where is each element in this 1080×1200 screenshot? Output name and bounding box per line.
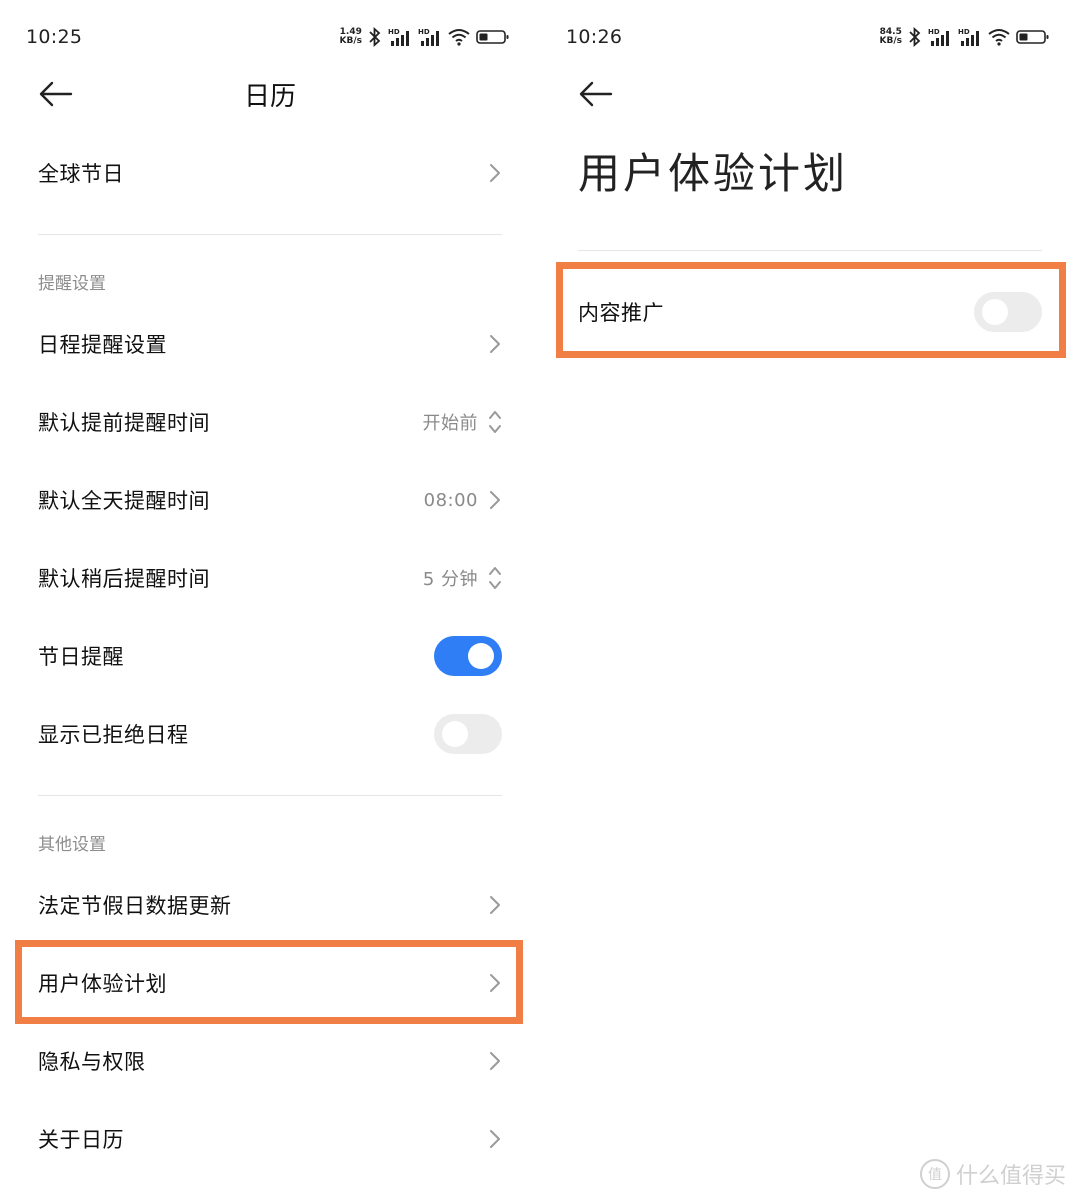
signal-icon-1: HD	[928, 28, 949, 46]
list-item-label: 用户体验计划	[38, 972, 167, 996]
watermark: 值 什么值得买	[919, 1158, 1066, 1190]
status-icons: 1.49 KB/s HD HD	[340, 27, 510, 47]
chevron-up-down-icon	[489, 411, 501, 433]
content-promotion-toggle[interactable]	[974, 292, 1042, 332]
network-speed: 84.5 KB/s	[879, 27, 902, 46]
status-time: 10:25	[26, 26, 83, 48]
signal-icon-1: HD	[388, 28, 409, 46]
list-item-value: 08:00	[423, 489, 478, 511]
holiday-reminder-toggle[interactable]	[434, 636, 502, 676]
watermark-text: 什么值得买	[955, 1164, 1066, 1189]
svg-text:HD: HD	[418, 28, 430, 36]
schedule-reminder-settings-item[interactable]: 日程提醒设置	[38, 314, 502, 374]
section-divider	[38, 795, 502, 796]
list-item-label: 隐私与权限	[38, 1050, 146, 1074]
back-arrow-icon[interactable]	[578, 78, 614, 110]
chevron-right-icon	[490, 491, 500, 509]
toggle-knob	[442, 721, 468, 747]
toggle-knob	[468, 643, 494, 669]
user-experience-program-item[interactable]: 用户体验计划	[38, 953, 502, 1013]
svg-text:HD: HD	[388, 28, 400, 36]
list-item-label: 默认全天提醒时间	[38, 489, 210, 513]
show-declined-events-toggle[interactable]	[434, 714, 502, 754]
list-item-label: 默认稍后提醒时间	[38, 567, 210, 591]
list-item-label: 显示已拒绝日程	[38, 723, 189, 747]
chevron-right-icon	[490, 1130, 500, 1148]
list-item-value: 5 分钟	[422, 569, 478, 590]
svg-text:HD: HD	[928, 28, 940, 36]
chevron-right-icon	[490, 896, 500, 914]
wifi-icon	[448, 29, 470, 46]
bluetooth-icon	[369, 27, 381, 47]
holiday-reminder-item: 节日提醒	[38, 626, 502, 686]
signal-icon-2: HD	[958, 28, 979, 46]
wifi-icon	[988, 29, 1010, 46]
global-holidays-label: 全球节日	[38, 162, 124, 186]
status-bar: 10:25 1.49 KB/s HD HD	[26, 22, 510, 52]
default-snooze-reminder-item[interactable]: 默认稍后提醒时间 5 分钟	[38, 548, 502, 608]
chevron-up-down-icon	[489, 567, 501, 589]
chevron-right-icon	[490, 1052, 500, 1070]
holiday-data-update-item[interactable]: 法定节假日数据更新	[38, 875, 502, 935]
list-item-label: 默认提前提醒时间	[38, 411, 210, 435]
default-advance-reminder-item[interactable]: 默认提前提醒时间 开始前	[38, 392, 502, 452]
section-divider	[38, 234, 502, 235]
list-item-value: 开始前	[422, 413, 478, 434]
list-item-label: 节日提醒	[38, 645, 124, 669]
list-item-label: 日程提醒设置	[38, 333, 167, 357]
chevron-right-icon	[490, 974, 500, 992]
default-all-day-reminder-item[interactable]: 默认全天提醒时间 08:00	[38, 470, 502, 530]
list-item-label: 关于日历	[38, 1128, 124, 1152]
section-title-other: 其他设置	[38, 835, 106, 855]
battery-icon	[476, 30, 509, 44]
toggle-knob	[982, 299, 1008, 325]
user-experience-program-screen: 10:26 84.5 KB/s HD HD 用户体验计划 内容推广 值 什么值得…	[540, 0, 1080, 1200]
global-holidays-item[interactable]: 全球节日	[38, 143, 502, 203]
section-divider	[578, 250, 1042, 251]
about-calendar-item[interactable]: 关于日历	[38, 1109, 502, 1169]
list-item-label: 法定节假日数据更新	[38, 894, 232, 918]
chevron-right-icon	[490, 164, 500, 182]
svg-text:HD: HD	[958, 28, 970, 36]
page-title: 日历	[243, 82, 296, 112]
content-promotion-item: 内容推广	[578, 282, 1042, 342]
list-item-label: 内容推广	[578, 301, 664, 325]
section-title-reminder: 提醒设置	[38, 274, 106, 294]
chevron-right-icon	[490, 335, 500, 353]
app-bar	[540, 70, 1080, 118]
network-speed: 1.49 KB/s	[339, 27, 362, 46]
status-bar: 10:26 84.5 KB/s HD HD	[566, 22, 1050, 52]
page-title: 用户体验计划	[578, 149, 849, 198]
privacy-permissions-item[interactable]: 隐私与权限	[38, 1031, 502, 1091]
status-time: 10:26	[566, 26, 623, 48]
show-declined-events-item: 显示已拒绝日程	[38, 704, 502, 764]
battery-icon	[1016, 30, 1049, 44]
watermark-logo-icon: 值	[919, 1159, 950, 1189]
app-bar: 日历	[0, 70, 540, 118]
signal-icon-2: HD	[418, 28, 439, 46]
bluetooth-icon	[909, 27, 921, 47]
calendar-settings-screen: 10:25 1.49 KB/s HD HD 日历 全球节日 提醒设置 日程提醒设…	[0, 0, 540, 1200]
status-icons: 84.5 KB/s HD HD	[880, 27, 1050, 47]
